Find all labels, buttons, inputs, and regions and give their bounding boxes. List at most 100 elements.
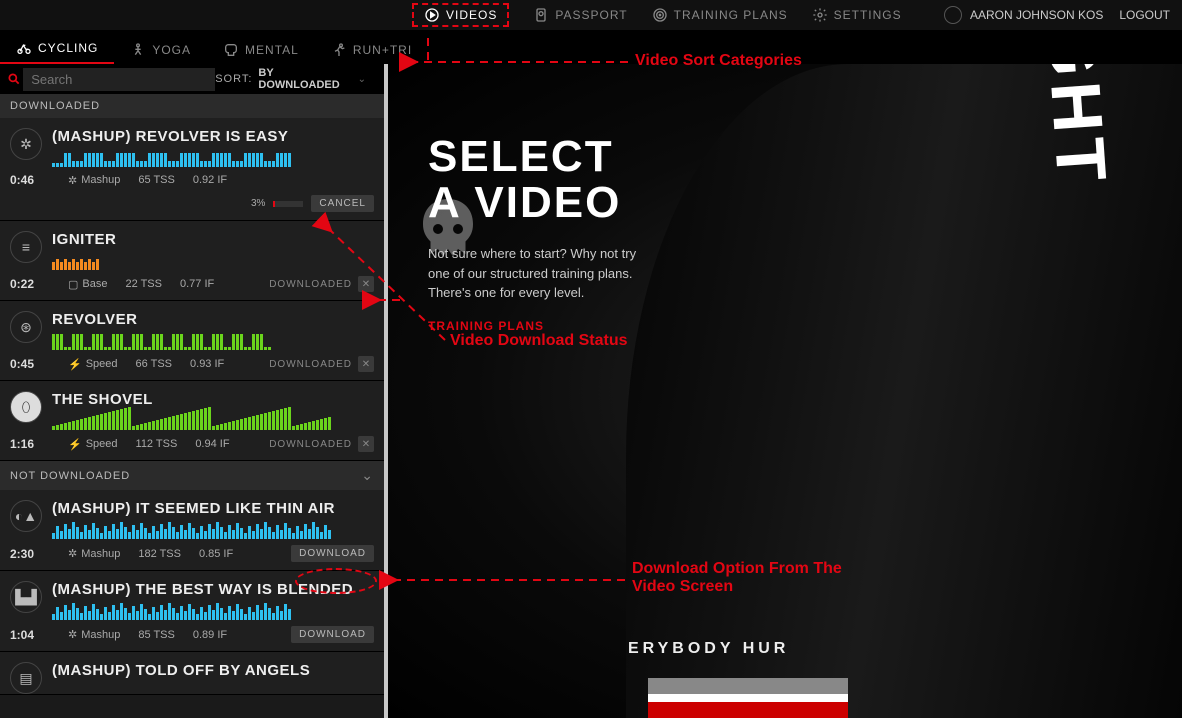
video-duration: 2:30 xyxy=(10,547,50,561)
chevron-down-icon: ⌄ xyxy=(358,74,366,85)
target-icon xyxy=(652,7,668,23)
logout-button[interactable]: LOGOUT xyxy=(1119,8,1170,22)
video-item[interactable]: ⬯ THE SHOVEL 1:16 ⚡ Speed 112 TSS 0.94 I… xyxy=(0,381,384,461)
gear-icon xyxy=(812,7,828,23)
sport-cycling[interactable]: CYCLING xyxy=(0,32,114,64)
downloaded-badge: DOWNLOADED xyxy=(269,359,352,370)
video-duration: 0:22 xyxy=(10,277,50,291)
intensity-wave xyxy=(52,602,374,620)
video-tss: 66 TSS xyxy=(136,358,173,370)
intensity-wave xyxy=(52,149,374,167)
video-item[interactable]: ✲ (MASHUP) REVOLVER IS EASY 0:46 ✲ Mashu… xyxy=(0,118,384,221)
tab-settings[interactable]: SETTINGS xyxy=(812,7,902,23)
video-if: 0.85 IF xyxy=(199,548,233,560)
video-item[interactable]: ◐▲ (MASHUP) IT SEEMED LIKE THIN AIR 2:30… xyxy=(0,490,384,571)
topnav-tabs: VIDEOS PASSPORT TRAINING PLANS SETTINGS xyxy=(412,3,902,27)
sport-mental-label: MENTAL xyxy=(245,43,299,57)
video-if: 0.92 IF xyxy=(193,174,227,186)
tab-passport-label: PASSPORT xyxy=(555,8,627,22)
video-item[interactable]: ⊛ REVOLVER 0:45 ⚡ Speed 66 TSS 0.93 IF D… xyxy=(0,301,384,381)
video-list: ✲ (MASHUP) REVOLVER IS EASY 0:46 ✲ Mashu… xyxy=(0,118,384,718)
user-area: AARON JOHNSON KOS LOGOUT xyxy=(944,6,1170,24)
intensity-wave xyxy=(52,332,374,350)
video-category: ✲ Mashup xyxy=(68,174,120,187)
sport-mental[interactable]: MENTAL xyxy=(207,34,315,64)
video-item[interactable]: ▙▟ (MASHUP) THE BEST WAY IS BLENDED 1:04… xyxy=(0,571,384,652)
tab-settings-label: SETTINGS xyxy=(834,8,902,22)
avatar-icon xyxy=(944,6,962,24)
slogan-text: ERYBODY HUR xyxy=(628,640,789,658)
run-icon xyxy=(331,42,347,58)
sort-value: BY DOWNLOADED xyxy=(258,67,351,91)
workout-icon: ▙▟ xyxy=(10,581,42,613)
video-item[interactable]: ▤ (MASHUP) TOLD OFF BY ANGELS xyxy=(0,652,384,695)
training-plans-link[interactable]: TRAINING PLANS xyxy=(428,319,658,333)
topbar: VIDEOS PASSPORT TRAINING PLANS SETTINGS … xyxy=(0,0,1182,30)
video-duration: 1:04 xyxy=(10,628,50,642)
hero-heading-line2: A VIDEO xyxy=(428,180,658,226)
workout-icon: ⊛ xyxy=(10,311,42,343)
workout-icon: ◐▲ xyxy=(10,500,42,532)
video-category: ✲ Mashup xyxy=(68,628,120,641)
video-title: (MASHUP) TOLD OFF BY ANGELS xyxy=(52,662,374,679)
download-button[interactable]: DOWNLOAD xyxy=(291,626,374,643)
search-icon xyxy=(4,69,23,89)
video-if: 0.89 IF xyxy=(193,629,227,641)
search-row: SORT: BY DOWNLOADED ⌄ xyxy=(0,64,384,94)
intensity-wave xyxy=(52,521,374,539)
section-not-downloaded-label: NOT DOWNLOADED xyxy=(10,470,130,482)
video-category: ✲ Mashup xyxy=(68,547,120,560)
sport-runtri[interactable]: RUN+TRI xyxy=(315,34,428,64)
delete-button[interactable]: ✕ xyxy=(358,276,374,292)
section-not-downloaded-header[interactable]: NOT DOWNLOADED ⌄ xyxy=(0,461,384,490)
video-item[interactable]: ≡ IGNITER 0:22 ▢ Base 22 TSS 0.77 IF DOW… xyxy=(0,221,384,301)
video-if: 0.93 IF xyxy=(190,358,224,370)
cancel-button[interactable]: CANCEL xyxy=(311,195,374,212)
workout-icon: ≡ xyxy=(10,231,42,263)
video-tss: 85 TSS xyxy=(138,629,175,641)
tab-passport[interactable]: PASSPORT xyxy=(533,7,627,23)
play-circle-icon xyxy=(424,7,440,23)
tab-training-plans[interactable]: TRAINING PLANS xyxy=(652,7,788,23)
workout-icon: ▤ xyxy=(10,662,42,694)
section-downloaded-label: DOWNLOADED xyxy=(10,100,100,112)
section-downloaded-header[interactable]: DOWNLOADED xyxy=(0,94,384,118)
search-input[interactable] xyxy=(23,68,215,91)
video-tss: 22 TSS xyxy=(125,278,162,290)
hero-text: SELECT A VIDEO Not sure where to start? … xyxy=(428,134,658,333)
sport-yoga[interactable]: YOGA xyxy=(114,34,207,64)
tab-training-plans-label: TRAINING PLANS xyxy=(674,8,788,22)
video-category: ⚡ Speed xyxy=(68,438,118,451)
hero-heading-line1: SELECT xyxy=(428,134,658,180)
tab-videos-label: VIDEOS xyxy=(446,8,497,22)
passport-icon xyxy=(533,7,549,23)
user-button[interactable]: AARON JOHNSON KOS xyxy=(944,6,1103,24)
video-title: THE SHOVEL xyxy=(52,391,374,408)
chevron-down-icon: ⌄ xyxy=(361,467,374,484)
sport-yoga-label: YOGA xyxy=(152,43,191,57)
username-label: AARON JOHNSON KOS xyxy=(970,8,1103,22)
bike-icon xyxy=(16,40,32,56)
tab-videos[interactable]: VIDEOS xyxy=(412,3,509,27)
download-button[interactable]: DOWNLOAD xyxy=(291,545,374,562)
delete-button[interactable]: ✕ xyxy=(358,436,374,452)
progress-bar xyxy=(273,201,303,207)
sort-control[interactable]: SORT: BY DOWNLOADED ⌄ xyxy=(215,67,384,91)
video-category: ▢ Base xyxy=(68,278,107,291)
stripe-decoration xyxy=(648,678,848,718)
video-duration: 0:45 xyxy=(10,357,50,371)
yoga-icon xyxy=(130,42,146,58)
video-duration: 0:46 xyxy=(10,173,50,187)
downloaded-badge: DOWNLOADED xyxy=(269,439,352,450)
video-title: (MASHUP) IT SEEMED LIKE THIN AIR xyxy=(52,500,374,517)
intensity-wave xyxy=(52,412,374,430)
sport-runtri-label: RUN+TRI xyxy=(353,43,412,57)
sort-label: SORT: xyxy=(215,73,252,85)
sport-tabs: CYCLING YOGA MENTAL RUN+TRI xyxy=(0,30,1182,64)
delete-button[interactable]: ✕ xyxy=(358,356,374,372)
video-duration: 1:16 xyxy=(10,437,50,451)
hero-body: Not sure where to start? Why not try one… xyxy=(428,244,658,303)
intensity-wave xyxy=(52,252,374,270)
video-if: 0.77 IF xyxy=(180,278,214,290)
sport-cycling-label: CYCLING xyxy=(38,41,98,55)
